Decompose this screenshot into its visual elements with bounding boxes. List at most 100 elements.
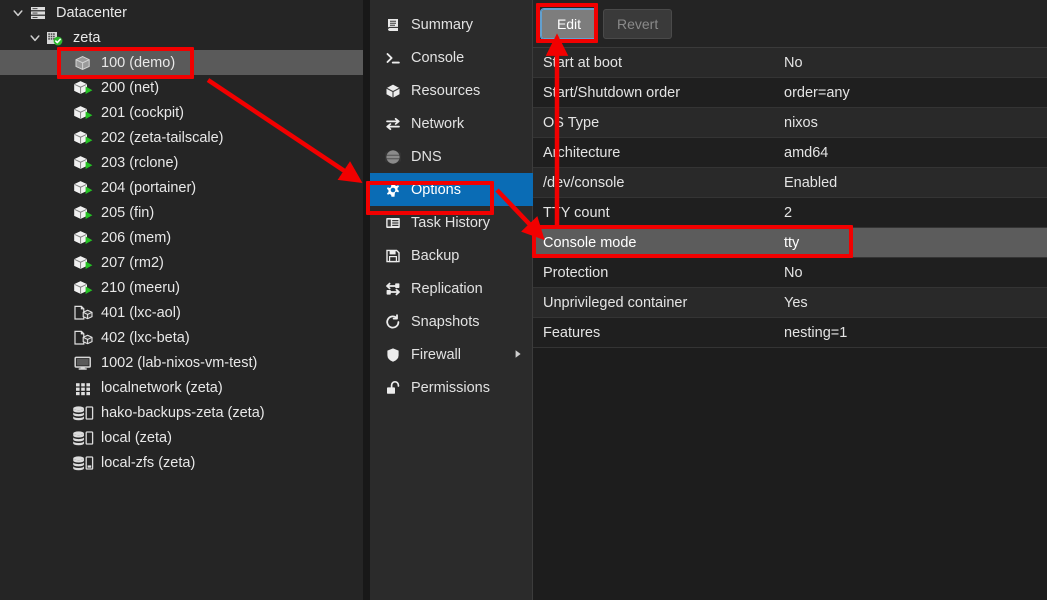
- revert-button[interactable]: Revert: [603, 8, 673, 39]
- menu-item-replication[interactable]: Replication: [370, 272, 532, 305]
- lxc-running-icon: [71, 250, 95, 275]
- options-table-row[interactable]: TTY count 2: [533, 198, 1047, 228]
- menu-item-label: Permissions: [411, 379, 490, 396]
- tree-item[interactable]: localnetwork (zeta): [0, 375, 363, 400]
- edit-button[interactable]: Edit: [540, 7, 598, 40]
- tree-caret-placeholder: [55, 325, 71, 350]
- options-table-row[interactable]: Unprivileged container Yes: [533, 288, 1047, 318]
- menu-item-firewall[interactable]: Firewall: [370, 338, 532, 371]
- options-table-row[interactable]: /dev/console Enabled: [533, 168, 1047, 198]
- proxmox-ui-window: Datacenter zeta 100 (demo) 200 (net) 201 (co…: [0, 0, 1047, 600]
- lxc-running-icon: [71, 100, 95, 125]
- menu-item-label: Snapshots: [411, 313, 480, 330]
- tree-item[interactable]: Datacenter: [0, 0, 363, 25]
- tree-caret-placeholder: [55, 75, 71, 100]
- tree-caret-placeholder: [55, 150, 71, 175]
- tree-item-label: 204 (portainer): [101, 179, 197, 196]
- tree-item[interactable]: local (zeta): [0, 425, 363, 450]
- menu-item-dns[interactable]: DNS: [370, 140, 532, 173]
- options-row-value: tty: [784, 234, 800, 251]
- sdn-grid-icon: [71, 375, 95, 400]
- tree-item[interactable]: 200 (net): [0, 75, 363, 100]
- node-online-icon: [43, 25, 67, 50]
- chevron-down-icon[interactable]: [10, 0, 26, 25]
- options-table-row[interactable]: Features nesting=1: [533, 318, 1047, 348]
- menu-item-backup[interactable]: Backup: [370, 239, 532, 272]
- options-table-row[interactable]: Protection No: [533, 258, 1047, 288]
- replication-icon: [380, 272, 406, 305]
- options-row-value: order=any: [784, 84, 850, 101]
- tree-caret-placeholder: [55, 375, 71, 400]
- options-row-value: Enabled: [784, 174, 838, 191]
- storage-active-icon: [71, 450, 95, 475]
- options-table-row[interactable]: OS Type nixos: [533, 108, 1047, 138]
- chevron-down-icon[interactable]: [27, 25, 43, 50]
- menu-item-options[interactable]: Options: [370, 173, 533, 206]
- tree-item-label: 402 (lxc-beta): [101, 329, 190, 346]
- tree-caret-placeholder: [55, 450, 71, 475]
- tree-item[interactable]: 203 (rclone): [0, 150, 363, 175]
- tree-item-label: 206 (mem): [101, 229, 172, 246]
- panel-splitter[interactable]: [363, 0, 370, 600]
- menu-item-task-history[interactable]: Task History: [370, 206, 532, 239]
- tree-item-label: hako-backups-zeta (zeta): [101, 404, 265, 421]
- options-row-value: nesting=1: [784, 324, 848, 341]
- vm-icon: [71, 350, 95, 375]
- tree-item[interactable]: local-zfs (zeta): [0, 450, 363, 475]
- options-row-key: Start/Shutdown order: [543, 84, 681, 101]
- network-icon: [380, 107, 406, 140]
- tree-caret-placeholder: [55, 350, 71, 375]
- tree-item[interactable]: 205 (fin): [0, 200, 363, 225]
- options-row-key: Features: [543, 324, 601, 341]
- menu-item-permissions[interactable]: Permissions: [370, 371, 532, 404]
- tree-caret-placeholder: [55, 400, 71, 425]
- tree-caret-placeholder: [55, 125, 71, 150]
- options-content-panel: Edit Revert Start at boot No Start/Shutdow…: [533, 0, 1047, 600]
- tree-item[interactable]: 1002 (lab-nixos-vm-test): [0, 350, 363, 375]
- options-table-row[interactable]: Architecture amd64: [533, 138, 1047, 168]
- tree-caret-placeholder: [55, 300, 71, 325]
- tree-item[interactable]: 206 (mem): [0, 225, 363, 250]
- menu-item-label: Task History: [411, 214, 490, 231]
- menu-item-snapshots[interactable]: Snapshots: [370, 305, 532, 338]
- lxc-template-icon: [71, 300, 95, 325]
- dns-icon: [380, 140, 406, 173]
- options-row-value: Yes: [784, 294, 808, 311]
- backup-icon: [380, 239, 406, 272]
- options-table-row[interactable]: Start at boot No: [533, 48, 1047, 78]
- options-toolbar: Edit Revert: [533, 0, 1047, 48]
- lxc-stopped-icon: [71, 50, 95, 75]
- tree-item[interactable]: 201 (cockpit): [0, 100, 363, 125]
- options-row-value: nixos: [784, 114, 818, 131]
- gear-icon: [380, 173, 406, 206]
- options-table-row[interactable]: Console mode tty: [533, 228, 1047, 258]
- tree-item[interactable]: 210 (meeru): [0, 275, 363, 300]
- tree-item[interactable]: 202 (zeta-tailscale): [0, 125, 363, 150]
- tree-item-label: localnetwork (zeta): [101, 379, 223, 396]
- menu-item-label: Resources: [411, 82, 481, 99]
- menu-item-label: Firewall: [411, 346, 461, 363]
- tree-item[interactable]: 401 (lxc-aol): [0, 300, 363, 325]
- tree-item[interactable]: 204 (portainer): [0, 175, 363, 200]
- tree-caret-placeholder: [55, 225, 71, 250]
- tree-item[interactable]: zeta: [0, 25, 363, 50]
- menu-item-console[interactable]: Console: [370, 41, 532, 74]
- options-row-key: TTY count: [543, 204, 610, 221]
- options-table: Start at boot No Start/Shutdown order order…: [533, 48, 1047, 348]
- options-row-key: /dev/console: [543, 174, 625, 191]
- datacenter-icon: [26, 0, 50, 25]
- snapshots-icon: [380, 305, 406, 338]
- lxc-running-icon: [71, 275, 95, 300]
- menu-item-summary[interactable]: Summary: [370, 8, 532, 41]
- tree-item[interactable]: hako-backups-zeta (zeta): [0, 400, 363, 425]
- menu-item-resources[interactable]: Resources: [370, 74, 532, 107]
- tree-item[interactable]: 100 (demo): [0, 50, 363, 75]
- menu-item-network[interactable]: Network: [370, 107, 532, 140]
- tree-item[interactable]: 207 (rm2): [0, 250, 363, 275]
- container-menu-panel: Summary Console Resources Network DNS Options…: [370, 0, 533, 600]
- tree-item-label: 100 (demo): [101, 54, 176, 71]
- tree-item-label: zeta: [73, 29, 101, 46]
- options-table-row[interactable]: Start/Shutdown order order=any: [533, 78, 1047, 108]
- tree-caret-placeholder: [55, 50, 71, 75]
- tree-item[interactable]: 402 (lxc-beta): [0, 325, 363, 350]
